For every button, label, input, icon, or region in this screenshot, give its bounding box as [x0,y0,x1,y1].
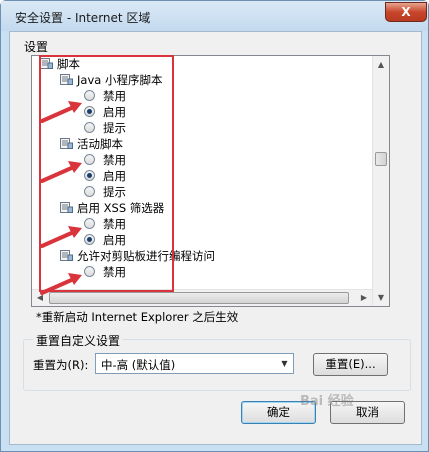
window-title: 安全设置 - Internet 区域 [15,11,151,25]
watermark-logo: Bai 经验 [300,394,354,409]
reset-to-label: 重置为(R): [33,358,89,372]
scroll-up-arrow-icon[interactable]: ▲ [373,56,389,73]
scroll-left-arrow-icon[interactable]: ◀ [32,290,48,306]
scroll-right-arrow-icon[interactable]: ▶ [356,290,372,306]
chevron-down-icon[interactable]: ▼ [276,354,293,373]
reset-level-select[interactable]: 中-高 (默认值) ▼ [95,353,294,374]
annotation-highlight-box [39,55,174,292]
vertical-scrollbar[interactable]: ▲ ▼ [372,56,389,306]
reset-button[interactable]: 重置(E)... [313,353,388,376]
restart-note: *重新启动 Internet Explorer 之后生效 [36,310,239,324]
scroll-down-arrow-icon[interactable]: ▼ [373,289,389,306]
settings-section-label: 设置 [24,40,49,54]
horizontal-scroll-thumb[interactable] [49,292,349,304]
title-bar[interactable]: 安全设置 - Internet 区域 X [1,1,428,31]
close-icon: X [401,5,411,19]
reset-level-value: 中-高 (默认值) [101,358,176,372]
vertical-scroll-thumb[interactable] [375,152,387,166]
reset-group-legend: 重置自定义设置 [33,332,124,349]
close-button[interactable]: X [385,2,427,22]
